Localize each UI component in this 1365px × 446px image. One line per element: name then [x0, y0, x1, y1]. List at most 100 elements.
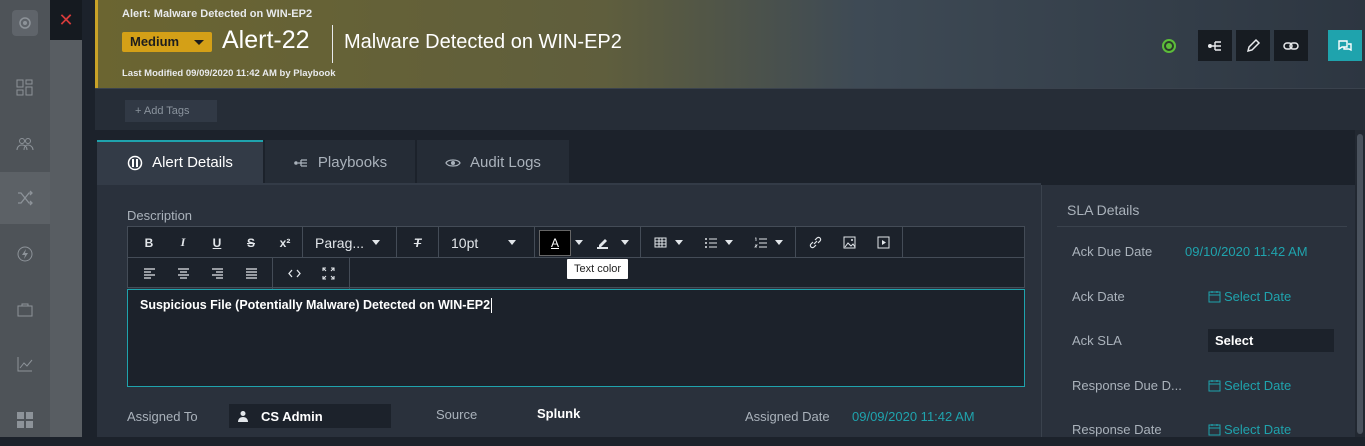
- italic-icon: I: [180, 235, 186, 249]
- text-color-dropdown[interactable]: [571, 227, 587, 258]
- assigned-date-value: 09/09/2020 11:42 AM: [852, 409, 975, 424]
- description-text: Suspicious File (Potentially Malware) De…: [140, 298, 493, 314]
- description-editor[interactable]: Suspicious File (Potentially Malware) De…: [127, 289, 1025, 387]
- align-left-button[interactable]: [132, 258, 166, 289]
- bolt-icon[interactable]: [0, 228, 50, 280]
- response-date-picker[interactable]: Select Date: [1208, 422, 1291, 437]
- tab-playbooks[interactable]: Playbooks: [265, 140, 415, 183]
- playbook-button[interactable]: [1198, 30, 1232, 61]
- justify-button[interactable]: [234, 258, 268, 289]
- ack-due-date-value: 09/10/2020 11:42 AM: [1185, 244, 1308, 259]
- chart-icon[interactable]: [0, 338, 50, 390]
- code-icon: [287, 269, 301, 278]
- alert-details-panel: Description B I U S x² Parag... T 10pt A…: [97, 185, 1041, 437]
- chevron-down-icon: [508, 240, 517, 245]
- edit-button[interactable]: [1236, 30, 1270, 61]
- highlight-button[interactable]: [587, 227, 617, 258]
- alert-title[interactable]: Malware Detected on WIN-EP2: [344, 31, 622, 54]
- fullscreen-button[interactable]: [311, 258, 345, 289]
- shuffle-icon[interactable]: [0, 172, 50, 224]
- playbook-icon: [293, 155, 309, 171]
- paragraph-label: Parag...: [315, 234, 365, 251]
- image-icon: [843, 236, 855, 249]
- superscript-icon: x²: [279, 235, 291, 250]
- alert-header: Alert: Malware Detected on WIN-EP2 Mediu…: [95, 0, 1365, 88]
- numbered-list-icon: [753, 237, 767, 248]
- left-nav: [0, 0, 50, 437]
- sla-title: SLA Details: [1067, 202, 1140, 218]
- assigned-to-label: Assigned To: [127, 409, 198, 424]
- overlay-backdrop: [50, 40, 82, 437]
- severity-label: Medium: [130, 34, 180, 49]
- ack-date-picker[interactable]: Select Date: [1208, 289, 1291, 304]
- text-color-tooltip: Text color: [567, 259, 629, 279]
- dashboard-icon[interactable]: [0, 62, 50, 114]
- text-color-button[interactable]: A: [539, 229, 571, 256]
- media-icon: [877, 236, 889, 249]
- chevron-down-icon: [774, 240, 783, 245]
- add-tags-button[interactable]: + Add Tags: [125, 100, 217, 122]
- tags-bar: + Add Tags: [95, 88, 1365, 130]
- font-size-dropdown[interactable]: 10pt: [445, 227, 522, 258]
- clear-format-button[interactable]: T: [401, 227, 435, 258]
- strikethrough-icon: S: [246, 235, 255, 250]
- sla-panel: SLA Details Ack Due Date 09/10/2020 11:4…: [1041, 185, 1355, 437]
- highlight-dropdown[interactable]: [617, 227, 633, 258]
- tab-audit-logs[interactable]: Audit Logs: [417, 140, 569, 183]
- link-icon: [809, 236, 821, 249]
- source-value: Splunk: [537, 406, 581, 421]
- source-code-button[interactable]: [277, 258, 311, 289]
- table-button[interactable]: [643, 227, 693, 258]
- last-modified: Last Modified 09/09/2020 11:42 AM by Pla…: [122, 68, 336, 79]
- severity-dropdown[interactable]: Medium: [122, 32, 212, 52]
- ack-date-label: Ack Date: [1072, 289, 1125, 304]
- response-due-date-picker[interactable]: Select Date: [1208, 378, 1291, 393]
- ack-sla-select[interactable]: Select: [1208, 329, 1334, 352]
- link-button[interactable]: [798, 227, 832, 258]
- align-center-button[interactable]: [166, 258, 200, 289]
- italic-button[interactable]: I: [166, 227, 200, 258]
- underline-button[interactable]: U: [200, 227, 234, 258]
- chevron-down-icon: [194, 40, 204, 45]
- table-icon: [654, 237, 666, 248]
- paragraph-dropdown[interactable]: Parag...: [309, 227, 386, 258]
- info-icon: [127, 155, 143, 171]
- assigned-to-field[interactable]: CS Admin: [229, 404, 391, 428]
- source-label: Source: [436, 407, 478, 422]
- bullet-list-button[interactable]: [693, 227, 743, 258]
- fullscreen-icon: [321, 267, 335, 280]
- strikethrough-button[interactable]: S: [234, 227, 268, 258]
- users-icon[interactable]: [0, 118, 50, 170]
- image-button[interactable]: [832, 227, 866, 258]
- close-icon[interactable]: ✕: [50, 0, 82, 40]
- bullet-list-icon: [704, 238, 717, 248]
- chevron-down-icon: [724, 240, 733, 245]
- tab-label: Playbooks: [317, 154, 388, 171]
- scrollbar-thumb[interactable]: [1357, 134, 1363, 434]
- assigned-to-value: CS Admin: [261, 408, 323, 424]
- response-due-date-label: Response Due D...: [1072, 378, 1182, 393]
- collaboration-button[interactable]: [1328, 30, 1362, 61]
- chat-icon: [1338, 39, 1352, 51]
- eye-icon: [445, 155, 461, 171]
- chevron-down-icon: [674, 240, 683, 245]
- apps-icon[interactable]: [0, 394, 50, 446]
- briefcase-icon[interactable]: [0, 284, 50, 336]
- modal-scrollbar[interactable]: [1355, 130, 1365, 437]
- media-button[interactable]: [866, 227, 900, 258]
- numbered-list-button[interactable]: [743, 227, 793, 258]
- tab-label: Audit Logs: [470, 154, 541, 171]
- calendar-icon: [1208, 291, 1221, 303]
- bold-button[interactable]: B: [132, 227, 166, 258]
- align-right-button[interactable]: [200, 258, 234, 289]
- header-divider: [332, 25, 333, 63]
- logo-icon[interactable]: [12, 10, 38, 36]
- text-color-icon: A: [550, 235, 559, 250]
- clear-format-icon: T: [413, 235, 422, 250]
- tab-alert-details[interactable]: Alert Details: [97, 140, 263, 183]
- pencil-icon: [1246, 38, 1261, 52]
- ack-due-date-label: Ack Due Date: [1072, 244, 1153, 259]
- alert-breadcrumb: Alert: Malware Detected on WIN-EP2: [122, 8, 313, 20]
- link-button[interactable]: [1274, 30, 1308, 61]
- superscript-button[interactable]: x²: [268, 227, 302, 258]
